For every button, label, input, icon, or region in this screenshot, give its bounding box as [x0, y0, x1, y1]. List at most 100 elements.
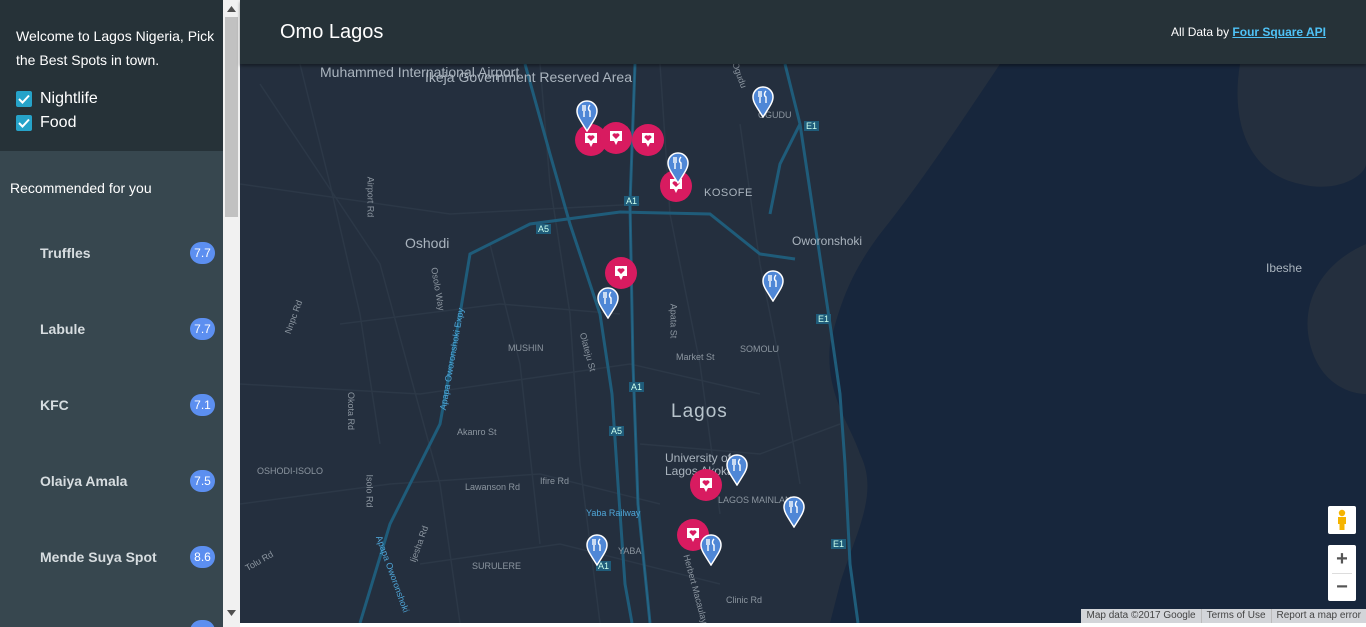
nightlife-marker[interactable]: [632, 124, 664, 156]
sidebar-scrollbar[interactable]: [223, 0, 240, 627]
map-label-yaba: YABA: [618, 546, 642, 556]
page-bottom-edge: [240, 623, 1366, 627]
map-label-ibeshe: Ibeshe: [1266, 261, 1303, 275]
app-header: Omo Lagos All Data by Four Square API: [240, 0, 1366, 64]
map-label-kosofe: KOSOFE: [704, 187, 753, 199]
venue-rating-badge-partial: [190, 620, 215, 627]
map-label-mushin: MUSHIN: [508, 343, 544, 353]
map-label-somolu: SOMOLU: [740, 344, 780, 354]
map-label-isolo: Isolo Rd: [364, 474, 375, 508]
map-label-oshodi-isolo: OSHODI-ISOLO: [257, 466, 324, 476]
food-marker[interactable]: [700, 534, 722, 567]
map-label-lagos: Lagos: [671, 401, 728, 422]
venue-rating-badge: 7.1: [190, 394, 215, 416]
food-marker[interactable]: [752, 86, 774, 119]
venue-rating-badge: 7.7: [190, 318, 215, 340]
restaurant-pin-icon: [586, 534, 608, 567]
welcome-text: Welcome to Lagos Nigeria, Pick the Best …: [16, 28, 215, 68]
nightlife-checkbox[interactable]: [16, 91, 32, 107]
highway-shield-a1: A1: [624, 196, 640, 206]
map-label-akanro: Akanro St: [457, 427, 497, 437]
restaurant-pin-icon: [667, 152, 689, 185]
scroll-up-arrow-icon[interactable]: [223, 0, 240, 17]
venue-list-item[interactable]: KFC 7.1: [0, 388, 223, 424]
highway-shield-e1: E1: [804, 121, 820, 131]
credit-prefix: All Data by: [1171, 25, 1230, 39]
venue-name: Olaiya Amala: [40, 473, 128, 489]
highway-shield-a5: A5: [609, 426, 625, 436]
map-canvas: [240, 64, 1366, 623]
food-checkbox[interactable]: [16, 115, 32, 131]
recommended-heading: Recommended for you: [10, 180, 152, 196]
filter-food[interactable]: Food: [16, 114, 76, 132]
restaurant-pin-icon: [783, 496, 805, 529]
zoom-out-button[interactable]: −: [1328, 573, 1356, 601]
food-marker[interactable]: [762, 270, 784, 303]
map-label-oshodi: Oshodi: [405, 235, 450, 251]
nightlife-pin-icon: [700, 478, 712, 492]
highway-shield-a1: A1: [629, 382, 645, 392]
map-label-ifire: Ifire Rd: [540, 476, 570, 486]
terms-link[interactable]: Terms of Use: [1200, 609, 1271, 623]
food-marker[interactable]: [726, 454, 748, 487]
map-label-yaba-railway: Yaba Railway: [586, 508, 641, 518]
highway-shield-e1: E1: [816, 314, 832, 324]
venue-rating-badge: 7.5: [190, 470, 215, 492]
check-icon: [18, 94, 30, 104]
food-marker[interactable]: [783, 496, 805, 529]
venue-list-item[interactable]: Mende Suya Spot 8.6: [0, 540, 223, 576]
map-label-airport: Muhammed International Airport: [320, 64, 520, 80]
street-view-pegman-icon[interactable]: [1328, 506, 1356, 534]
venue-name: Mende Suya Spot: [40, 549, 157, 565]
restaurant-pin-icon: [752, 86, 774, 119]
map-label-airport-rd: Airport Rd: [365, 176, 376, 218]
food-marker[interactable]: [586, 534, 608, 567]
food-label: Food: [40, 114, 77, 131]
restaurant-pin-icon: [597, 287, 619, 320]
food-marker[interactable]: [667, 152, 689, 185]
map-label-okota: Okota Rd: [346, 391, 357, 431]
food-marker[interactable]: [576, 100, 598, 133]
nightlife-pin-icon: [585, 133, 597, 147]
venue-list-item[interactable]: Labule 7.7: [0, 312, 223, 348]
scrollbar-thumb[interactable]: [225, 17, 238, 217]
nightlife-pin-icon: [615, 266, 627, 280]
venue-list-item[interactable]: Olaiya Amala 7.5: [0, 464, 223, 500]
map-label-surulere: SURULERE: [472, 561, 522, 571]
venue-name: Truffles: [40, 245, 91, 261]
nightlife-pin-icon: [687, 528, 699, 542]
nightlife-pin-icon: [610, 131, 622, 145]
app-root: Welcome to Lagos Nigeria, Pick the Best …: [0, 0, 1366, 627]
restaurant-pin-icon: [576, 100, 598, 133]
nightlife-pin-icon: [642, 133, 654, 147]
venue-rating-badge: 7.7: [190, 242, 215, 264]
nightlife-label: Nightlife: [40, 90, 98, 107]
map[interactable]: Muhammed International Airport Ikeja Gov…: [240, 64, 1366, 623]
nightlife-marker[interactable]: [605, 257, 637, 289]
venue-name: Labule: [40, 321, 86, 337]
check-icon: [18, 118, 30, 128]
zoom-control: + −: [1328, 545, 1356, 601]
map-label-market: Market St: [676, 352, 715, 362]
venue-name: KFC: [40, 397, 69, 413]
highway-shield-e1: E1: [831, 539, 847, 549]
app-title: Omo Lagos: [280, 21, 384, 43]
map-label-ikeja: Ikeja Government Reserved Area: [425, 69, 632, 85]
restaurant-pin-icon: [762, 270, 784, 303]
food-marker[interactable]: [597, 287, 619, 320]
map-label-apata: Apata St: [668, 303, 679, 339]
report-error-link[interactable]: Report a map error: [1270, 609, 1366, 623]
nightlife-marker[interactable]: [690, 469, 722, 501]
foursquare-link[interactable]: Four Square API: [1232, 25, 1326, 39]
sidebar: Welcome to Lagos Nigeria, Pick the Best …: [0, 0, 223, 627]
venue-rating-badge: 8.6: [190, 546, 215, 568]
highway-shield-a5: A5: [536, 224, 552, 234]
nightlife-marker[interactable]: [600, 122, 632, 154]
map-label-oworonshoki: Oworonshoki: [792, 234, 863, 248]
filter-nightlife[interactable]: Nightlife: [16, 90, 98, 108]
map-label-clinic: Clinic Rd: [726, 595, 763, 605]
zoom-in-button[interactable]: +: [1328, 545, 1356, 573]
venue-list-item[interactable]: Truffles 7.7: [0, 236, 223, 272]
scroll-down-arrow-icon[interactable]: [223, 604, 240, 621]
restaurant-pin-icon: [726, 454, 748, 487]
